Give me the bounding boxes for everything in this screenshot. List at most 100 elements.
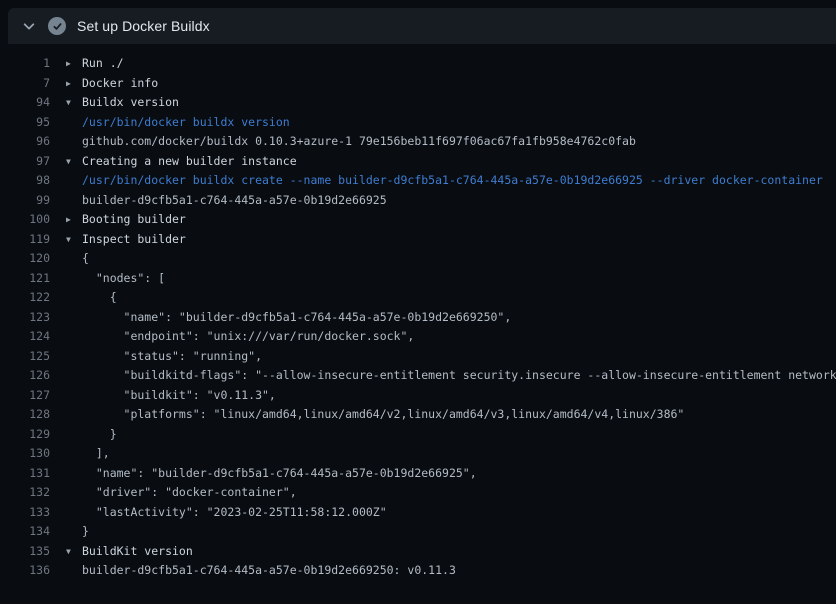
line-content: ▼Inspect builder — [66, 230, 186, 250]
line-content: ▼Creating a new builder instance — [66, 152, 297, 172]
line-number[interactable]: 134 — [0, 522, 50, 542]
group-expanded-icon[interactable]: ▼ — [66, 152, 82, 172]
log-line: 121 "nodes": [ — [0, 269, 836, 289]
step-title: Set up Docker Buildx — [77, 18, 210, 34]
line-number[interactable]: 99 — [0, 191, 50, 211]
line-content: } — [66, 522, 89, 542]
line-content: ▶Docker info — [66, 74, 158, 94]
group-label[interactable]: Docker info — [82, 74, 158, 94]
group-label[interactable]: Buildx version — [82, 93, 179, 113]
log-line: 127 "buildkit": "v0.11.3", — [0, 386, 836, 406]
line-number[interactable]: 120 — [0, 249, 50, 269]
line-number[interactable]: 135 — [0, 542, 50, 562]
line-content: builder-d9cfb5a1-c764-445a-a57e-0b19d2e6… — [66, 561, 456, 581]
log-line: 122 { — [0, 288, 836, 308]
group-label[interactable]: Run ./ — [82, 54, 124, 74]
output-text: { — [82, 288, 117, 308]
line-number[interactable]: 127 — [0, 386, 50, 406]
output-text: "driver": "docker-container", — [82, 483, 297, 503]
line-number[interactable]: 98 — [0, 171, 50, 191]
line-content: "name": "builder-d9cfb5a1-c764-445a-a57e… — [66, 464, 477, 484]
log-line: 132 "driver": "docker-container", — [0, 483, 836, 503]
log-line: 120 { — [0, 249, 836, 269]
log-line: 100 ▶Booting builder — [0, 210, 836, 230]
group-expanded-icon[interactable]: ▼ — [66, 230, 82, 250]
group-label[interactable]: Inspect builder — [82, 230, 186, 250]
log-line: 94 ▼Buildx version — [0, 93, 836, 113]
line-content: "name": "builder-d9cfb5a1-c764-445a-a57e… — [66, 308, 511, 328]
line-number[interactable]: 119 — [0, 230, 50, 250]
log-line: 98/usr/bin/docker buildx create --name b… — [0, 171, 836, 191]
line-number[interactable]: 130 — [0, 444, 50, 464]
line-content: "status": "running", — [66, 347, 262, 367]
line-number[interactable]: 1 — [0, 54, 50, 74]
line-content: "nodes": [ — [66, 269, 165, 289]
output-text: { — [82, 249, 89, 269]
line-number[interactable]: 125 — [0, 347, 50, 367]
group-collapsed-icon[interactable]: ▶ — [66, 54, 82, 74]
line-content: "platforms": "linux/amd64,linux/amd64/v2… — [66, 405, 684, 425]
log-line: 97 ▼Creating a new builder instance — [0, 152, 836, 172]
log-line: 131 "name": "builder-d9cfb5a1-c764-445a-… — [0, 464, 836, 484]
log-line: 125 "status": "running", — [0, 347, 836, 367]
output-text: "platforms": "linux/amd64,linux/amd64/v2… — [82, 405, 684, 425]
line-number[interactable]: 126 — [0, 366, 50, 386]
output-text: } — [82, 425, 117, 445]
log-line: 124 "endpoint": "unix:///var/run/docker.… — [0, 327, 836, 347]
log-line: 136 builder-d9cfb5a1-c764-445a-a57e-0b19d… — [0, 561, 836, 581]
output-text: "buildkitd-flags": "--allow-insecure-ent… — [82, 366, 836, 386]
log-line: 95/usr/bin/docker buildx version — [0, 113, 836, 133]
line-number[interactable]: 7 — [0, 74, 50, 94]
group-collapsed-icon[interactable]: ▶ — [66, 210, 82, 230]
line-number[interactable]: 131 — [0, 464, 50, 484]
group-label[interactable]: Booting builder — [82, 210, 186, 230]
output-text: "buildkit": "v0.11.3", — [82, 386, 276, 406]
group-expanded-icon[interactable]: ▼ — [66, 542, 82, 562]
output-text: "status": "running", — [82, 347, 262, 367]
line-number[interactable]: 133 — [0, 503, 50, 523]
line-number[interactable]: 123 — [0, 308, 50, 328]
line-number[interactable]: 95 — [0, 113, 50, 133]
log-line: 126 "buildkitd-flags": "--allow-insecure… — [0, 366, 836, 386]
log-line: 7 ▶Docker info — [0, 74, 836, 94]
output-text: github.com/docker/buildx 0.10.3+azure-1 … — [82, 132, 636, 152]
step-header[interactable]: Set up Docker Buildx — [8, 8, 836, 44]
log-line: 134} — [0, 522, 836, 542]
output-text: builder-d9cfb5a1-c764-445a-a57e-0b19d2e6… — [82, 561, 456, 581]
line-number[interactable]: 136 — [0, 561, 50, 581]
group-expanded-icon[interactable]: ▼ — [66, 93, 82, 113]
output-text: "endpoint": "unix:///var/run/docker.sock… — [82, 327, 414, 347]
output-text: "name": "builder-d9cfb5a1-c764-445a-a57e… — [82, 308, 511, 328]
line-number[interactable]: 128 — [0, 405, 50, 425]
line-number[interactable]: 132 — [0, 483, 50, 503]
log-viewer: 1▶Run ./7▶Docker info94▼Buildx version95… — [0, 44, 836, 581]
group-collapsed-icon[interactable]: ▶ — [66, 74, 82, 94]
line-number[interactable]: 100 — [0, 210, 50, 230]
line-number[interactable]: 121 — [0, 269, 50, 289]
line-content: "buildkit": "v0.11.3", — [66, 386, 276, 406]
check-circle-icon — [48, 17, 66, 35]
line-number[interactable]: 122 — [0, 288, 50, 308]
log-line: 96 github.com/docker/buildx 0.10.3+azure-… — [0, 132, 836, 152]
log-line: 119 ▼Inspect builder — [0, 230, 836, 250]
chevron-down-icon[interactable] — [21, 18, 37, 34]
line-number[interactable]: 124 — [0, 327, 50, 347]
line-content: { — [66, 249, 89, 269]
line-number[interactable]: 96 — [0, 132, 50, 152]
log-line: 99 builder-d9cfb5a1-c764-445a-a57e-0b19d2… — [0, 191, 836, 211]
line-content: github.com/docker/buildx 0.10.3+azure-1 … — [66, 132, 636, 152]
line-content: { — [66, 288, 117, 308]
group-label[interactable]: BuildKit version — [82, 542, 193, 562]
log-line: 1 ▶Run ./ — [0, 54, 836, 74]
group-label[interactable]: Creating a new builder instance — [82, 152, 297, 172]
line-content: "driver": "docker-container", — [66, 483, 297, 503]
line-number[interactable]: 97 — [0, 152, 50, 172]
line-content: /usr/bin/docker buildx create --name bui… — [66, 171, 823, 191]
line-number[interactable]: 129 — [0, 425, 50, 445]
line-number[interactable]: 94 — [0, 93, 50, 113]
output-text: builder-d9cfb5a1-c764-445a-a57e-0b19d2e6… — [82, 191, 387, 211]
log-line: 135 ▼BuildKit version — [0, 542, 836, 562]
line-content: /usr/bin/docker buildx version — [66, 113, 290, 133]
line-content: ▼Buildx version — [66, 93, 179, 113]
log-line: 129 } — [0, 425, 836, 445]
